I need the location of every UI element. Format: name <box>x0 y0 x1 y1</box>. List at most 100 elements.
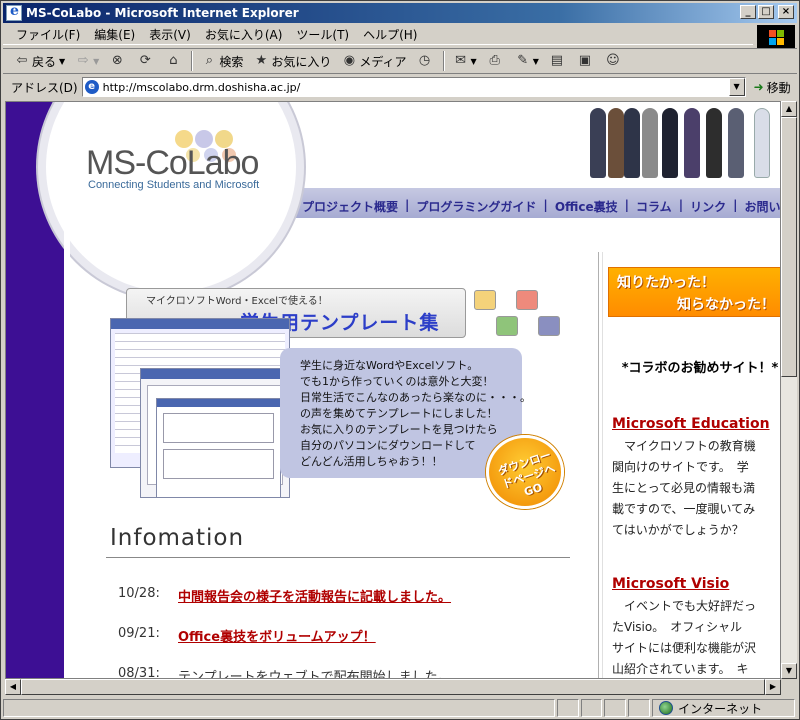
research-icon: ▣ <box>578 53 591 68</box>
address-label: アドレス(D) <box>11 80 78 95</box>
stop-icon: ⊗ <box>111 53 123 68</box>
go-button[interactable]: ➜ 移動 <box>754 79 791 96</box>
refresh-icon: ⟳ <box>139 53 151 68</box>
stop-button[interactable]: ⊗ <box>104 50 132 72</box>
status-bar: インターネット <box>3 697 797 719</box>
browser-window: MS-CoLabo - Microsoft Internet Explorer … <box>0 0 800 720</box>
scroll-down-button[interactable]: ▼ <box>781 663 797 679</box>
security-zone: インターネット <box>652 699 795 717</box>
forward-button[interactable]: ⇨ ▼ <box>70 50 104 72</box>
scroll-right-button[interactable]: ▶ <box>765 679 781 695</box>
scroll-left-button[interactable]: ◀ <box>5 679 21 695</box>
news-date: 09/21: <box>118 626 160 641</box>
messenger-button[interactable]: ☺ <box>600 50 628 72</box>
menu-view[interactable]: 表示(V) <box>142 26 198 43</box>
media-button[interactable]: ◉ メディア <box>336 50 411 72</box>
horizontal-scrollbar[interactable]: ◀ ▶ <box>5 679 781 695</box>
menu-help[interactable]: ヘルプ(H) <box>356 26 424 43</box>
edit-button[interactable]: ✎ ▼ <box>510 50 544 72</box>
header-photo-person <box>662 108 678 178</box>
news-date: 08/31: <box>118 666 160 679</box>
ie-icon <box>6 3 22 21</box>
page-icon: e <box>84 80 99 94</box>
site-logo-subtitle: Connecting Students and Microsoft <box>88 179 260 191</box>
back-arrow-icon: ⇦ <box>16 53 28 68</box>
nav-office-tips[interactable]: Office裏技 <box>555 198 618 215</box>
nav-links[interactable]: リンク <box>690 198 726 215</box>
mail-button[interactable]: ✉ ▼ <box>448 50 482 72</box>
site-logo[interactable]: MS-CoLabo <box>86 144 259 183</box>
menu-favorites[interactable]: お気に入り(A) <box>198 26 290 43</box>
favorites-icon: ★ <box>255 53 268 68</box>
header-photo-person <box>706 108 722 178</box>
print-icon: ⎙ <box>489 53 500 68</box>
search-icon: ⌕ <box>205 53 213 68</box>
banner-line-2: 知らなかった！ <box>677 297 775 313</box>
history-icon: ◷ <box>418 53 431 68</box>
scroll-up-button[interactable]: ▲ <box>781 101 797 117</box>
decor-square <box>538 316 560 336</box>
news-link[interactable]: Office裏技をボリュームアップ！ <box>178 626 376 645</box>
minimize-button[interactable]: _ <box>740 5 756 19</box>
decor-square <box>516 290 538 310</box>
search-button[interactable]: ⌕ 検索 <box>196 50 248 72</box>
windows-logo-icon <box>757 25 795 49</box>
print-button[interactable]: ⎙ <box>482 50 510 72</box>
address-url: http://mscolabo.drm.doshisha.ac.jp/ <box>102 80 301 94</box>
sidebar-description: マイクロソフトの教育機 関向けのサイトです。 学 生にとって必見の情報も満 載で… <box>612 439 756 537</box>
address-input[interactable]: e http://mscolabo.drm.doshisha.ac.jp/ ▼ <box>81 77 746 97</box>
edit-icon: ✎ <box>517 53 529 68</box>
discuss-icon: ▤ <box>550 53 563 68</box>
info-heading: Infomation <box>110 525 245 551</box>
menu-tools[interactable]: ツール(T) <box>289 26 356 43</box>
header-photo-person <box>684 108 700 178</box>
header-photo-person <box>754 108 770 178</box>
nav-contact[interactable]: お問い合わせ <box>744 198 780 215</box>
vertical-scrollbar[interactable]: ▲ ▼ <box>781 101 797 679</box>
page-viewport[interactable]: MS-CoLabo Connecting Students and Micros… <box>5 101 781 679</box>
menu-file[interactable]: ファイル(F) <box>9 26 87 43</box>
template-screenshot-form <box>156 398 281 498</box>
back-button[interactable]: ⇦ 戻る ▼ <box>9 50 70 72</box>
news-link[interactable]: 中間報告会の様子を活動報告に記載しました。 <box>178 586 451 605</box>
header-photo-person <box>642 108 658 178</box>
banner-line-1: 知りたかった！ <box>617 275 715 291</box>
title-bar: MS-CoLabo - Microsoft Internet Explorer … <box>3 3 797 23</box>
main-navigation: プロジェクト概要 | プログラミングガイド | Office裏技 | コラム | リンク… <box>302 198 780 215</box>
logo-circle <box>46 102 296 292</box>
go-arrow-icon: ➜ <box>753 80 764 94</box>
nav-column[interactable]: コラム <box>636 198 672 215</box>
close-button[interactable]: × <box>778 5 794 19</box>
recommended-sites-heading: *コラボのお勧めサイト！* <box>621 361 779 376</box>
sidebar-description: イベントでも大好評だっ たVisio。 オフィシャル サイトには便利な機能が沢 … <box>612 599 757 676</box>
knowledge-banner[interactable]: 知りたかった！ 知らなかった！ <box>608 267 780 317</box>
sidebar-link-microsoft-visio[interactable]: Microsoft Visio <box>612 576 729 592</box>
discuss-button[interactable]: ▤ <box>544 50 572 72</box>
header-photo-person <box>728 108 744 178</box>
standard-toolbar: ⇦ 戻る ▼ ⇨ ▼ ⊗ ⟳ ⌂ ⌕ 検索 ★ お気に入り ◉ メディア ◷ ✉… <box>3 48 797 74</box>
horizontal-scroll-thumb[interactable] <box>21 679 765 695</box>
messenger-icon: ☺ <box>606 53 620 68</box>
news-text: テンプレートをウェブトで配布開始しました。 <box>178 670 451 679</box>
menu-bar: ファイル(F) 編集(E) 表示(V) お気に入り(A) ツール(T) ヘルプ(… <box>3 25 753 45</box>
history-button[interactable]: ◷ <box>412 50 440 72</box>
nav-programming-guide[interactable]: プログラミングガイド <box>416 198 536 215</box>
internet-zone-icon <box>659 701 674 715</box>
download-badge-button[interactable]: ダウンロードページへGO <box>486 435 564 509</box>
home-button[interactable]: ⌂ <box>160 50 188 72</box>
window-title: MS-CoLabo - Microsoft Internet Explorer <box>26 6 299 20</box>
research-button[interactable]: ▣ <box>572 50 600 72</box>
favorites-button[interactable]: ★ お気に入り <box>248 50 336 72</box>
mail-icon: ✉ <box>455 53 466 68</box>
sidebar-link-microsoft-education[interactable]: Microsoft Education <box>612 416 770 432</box>
home-icon: ⌂ <box>169 53 178 68</box>
maximize-button[interactable]: □ <box>758 5 774 19</box>
vertical-scroll-thumb[interactable] <box>781 117 797 377</box>
status-text-pane <box>3 699 555 717</box>
nav-project-overview[interactable]: プロジェクト概要 <box>302 198 398 215</box>
address-dropdown-button[interactable]: ▼ <box>728 78 745 96</box>
refresh-button[interactable]: ⟳ <box>132 50 160 72</box>
decor-square <box>474 290 496 310</box>
header-photo-person <box>590 108 606 178</box>
menu-edit[interactable]: 編集(E) <box>87 26 142 43</box>
